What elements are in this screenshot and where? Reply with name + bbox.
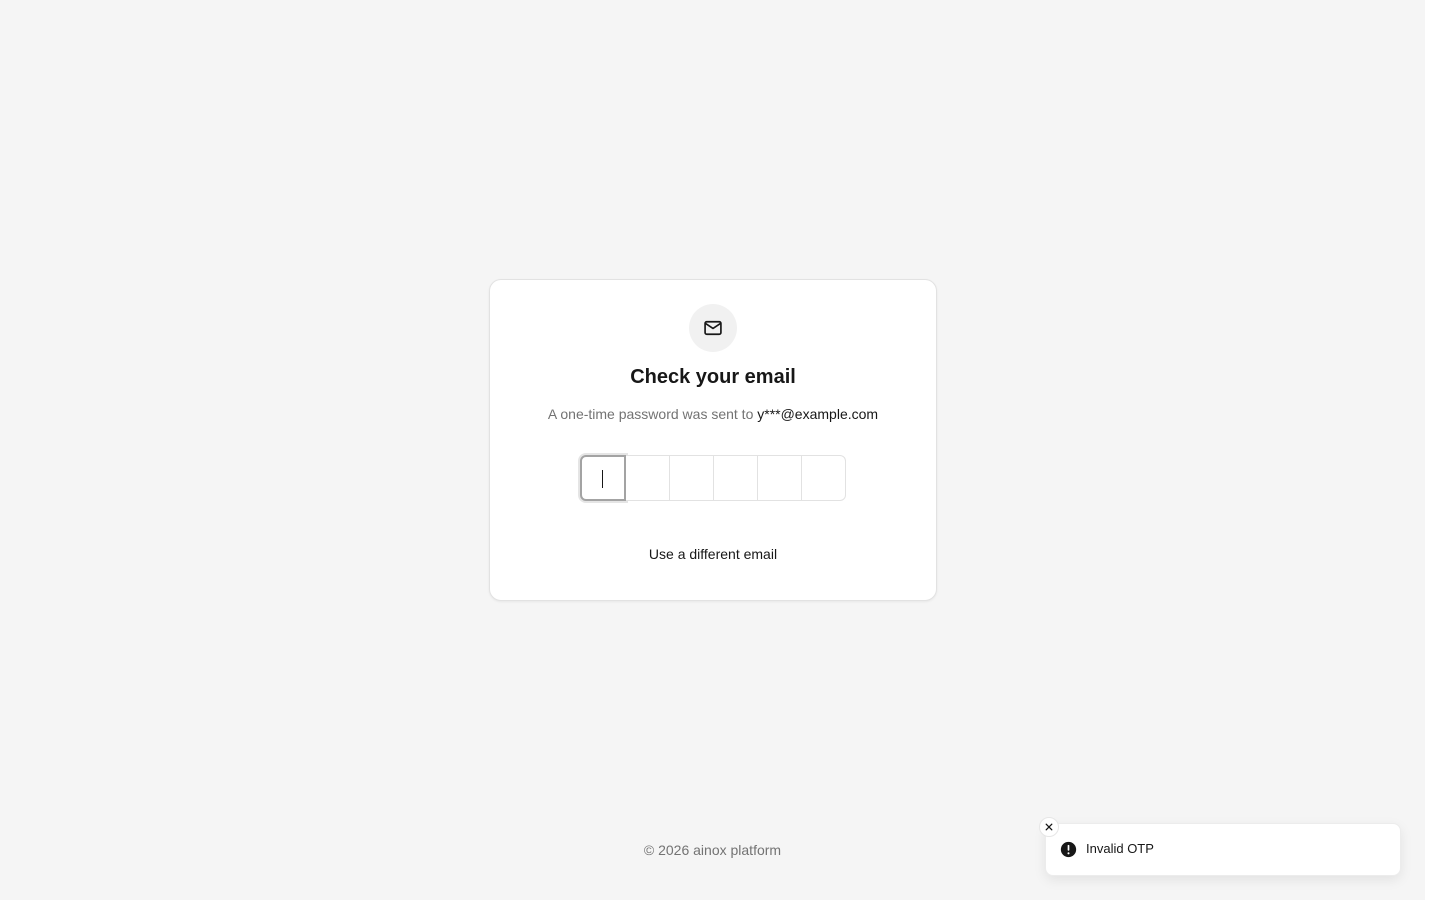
mail-icon-badge [689,304,737,352]
close-icon [1045,823,1053,831]
otp-digit-2[interactable] [626,455,670,501]
use-different-email-link[interactable]: Use a different email [490,546,936,562]
toast-message: Invalid OTP [1086,841,1154,856]
scrollbar[interactable] [1425,0,1440,900]
otp-digit-1[interactable] [580,455,626,501]
masked-email: y***@example.com [757,406,879,422]
alert-circle-icon [1060,841,1077,858]
otp-input-group [580,455,846,501]
otp-card: Check your email A one-time password was… [489,279,937,601]
otp-digit-6[interactable] [802,455,846,501]
otp-digit-3[interactable] [670,455,714,501]
otp-sent-message: A one-time password was sent to y***@exa… [490,406,936,422]
otp-digit-4[interactable] [714,455,758,501]
page-title: Check your email [630,366,796,388]
toast-close-button[interactable] [1039,817,1059,837]
mail-icon [704,320,722,336]
error-toast: Invalid OTP [1039,817,1401,876]
otp-digit-5[interactable] [758,455,802,501]
text-caret [602,470,603,488]
otp-sent-prefix: A one-time password was sent to [547,406,758,422]
